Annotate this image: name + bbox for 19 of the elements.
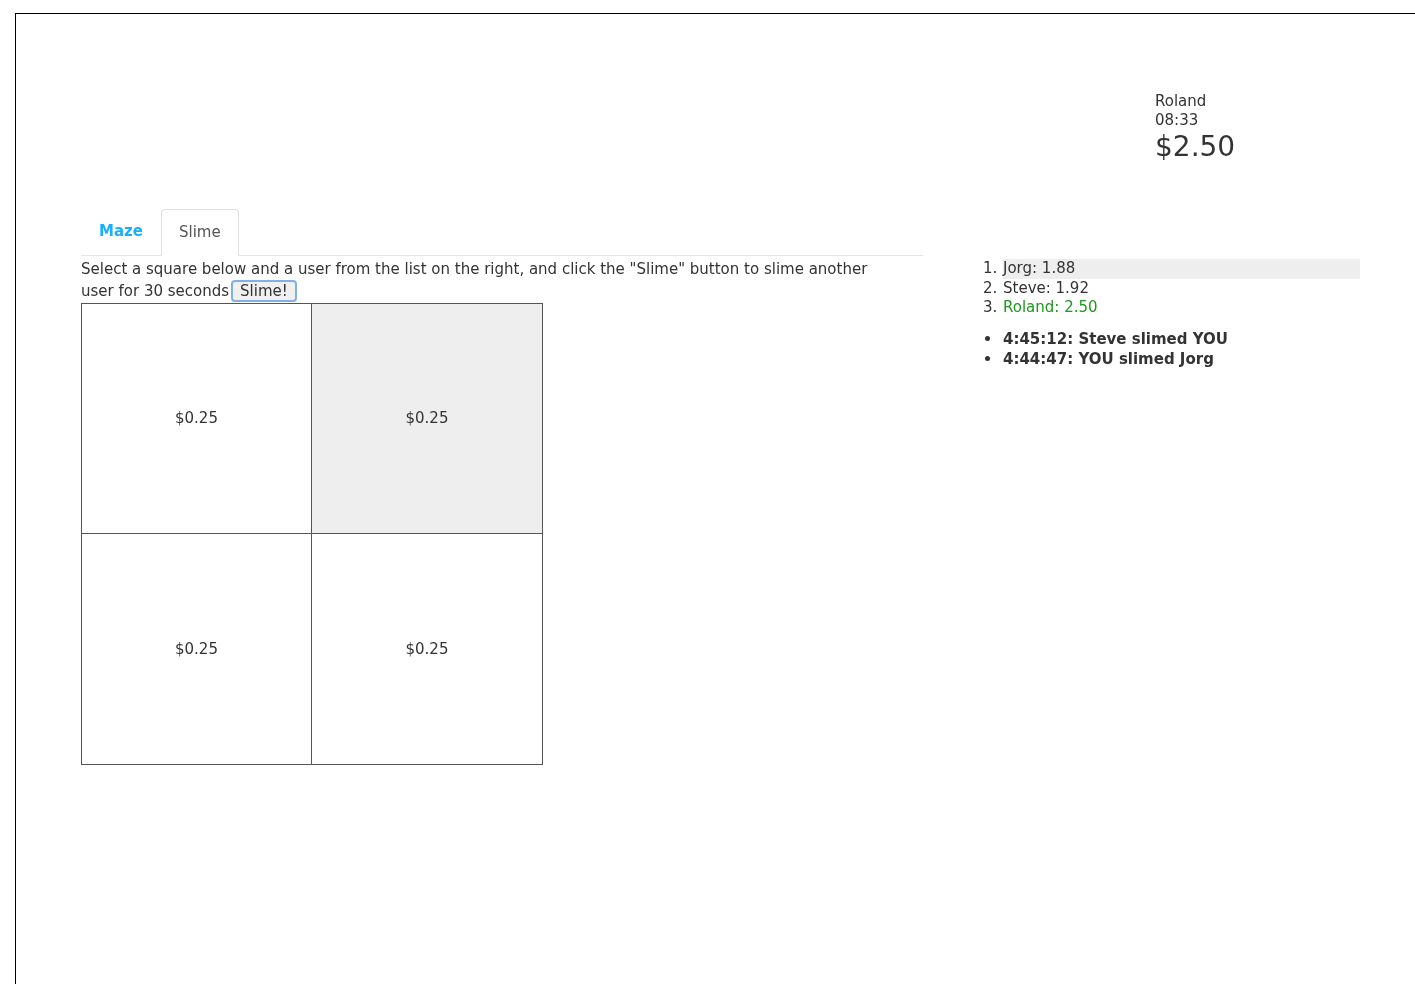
leaderboard-entry[interactable]: Jorg: 1.88 bbox=[1003, 259, 1360, 279]
rank-number: 1. bbox=[983, 259, 999, 279]
leaderboard-entry[interactable]: Steve: 1.92 bbox=[1003, 278, 1360, 298]
bullet-icon bbox=[985, 356, 990, 361]
grid-square[interactable]: $0.25 bbox=[312, 304, 542, 534]
slime-button[interactable]: Slime! bbox=[231, 280, 297, 302]
rank-number: 3. bbox=[983, 298, 999, 318]
instructions-line: Select a square below and a user from the list on the right, and click the "Slime" button to slime another bbox=[81, 259, 868, 280]
instructions-line: user for 30 seconds bbox=[81, 281, 230, 302]
grid-square[interactable]: $0.25 bbox=[82, 304, 312, 534]
rank-number: 2. bbox=[983, 278, 999, 298]
bullet-icon bbox=[985, 336, 990, 341]
timer: 08:33 bbox=[1155, 111, 1200, 130]
tab[interactable]: Slime bbox=[160, 209, 239, 256]
event-entry: 4:44:47: YOU slimed Jorg bbox=[1003, 348, 1214, 369]
event-entry: 4:45:12: Steve slimed YOU bbox=[1003, 328, 1228, 349]
leaderboard-entry[interactable]: Roland: 2.50 bbox=[1003, 298, 1360, 318]
user-name: Roland bbox=[1155, 92, 1208, 111]
balance: $2.50 bbox=[1155, 130, 1237, 164]
